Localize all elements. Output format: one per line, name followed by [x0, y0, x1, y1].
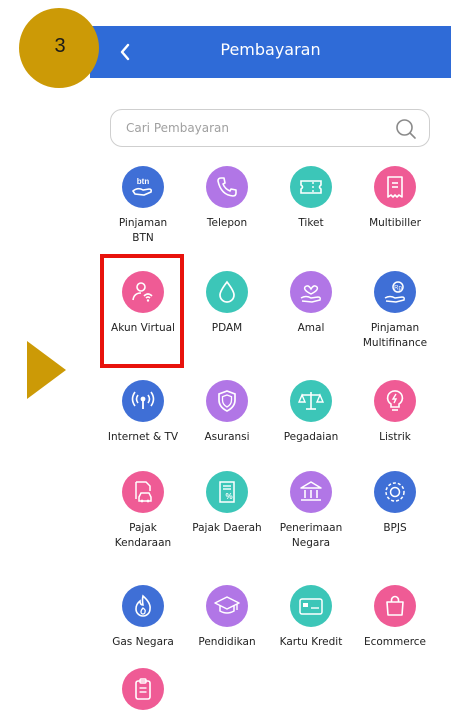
service-item-kartu-kredit[interactable]: Kartu Kredit	[269, 585, 353, 650]
service-label: Ecommerce	[363, 636, 427, 648]
service-item-tiket[interactable]: Tiket	[269, 166, 353, 231]
graduation-cap-icon	[206, 585, 248, 627]
highlight-box	[100, 254, 184, 368]
ticket-icon	[290, 166, 332, 208]
service-label: Pajak Daerah	[192, 522, 262, 534]
service-label: Multibiller	[369, 217, 421, 229]
percent-doc-icon: %	[206, 471, 248, 513]
btn-hand-icon: btn	[122, 166, 164, 208]
heart-hand-icon	[290, 271, 332, 313]
service-item-item-20[interactable]	[101, 668, 185, 710]
credit-card-icon	[290, 585, 332, 627]
shopping-bag-icon	[374, 585, 416, 627]
broadcast-icon	[122, 380, 164, 422]
scale-icon	[290, 380, 332, 422]
shield-badge-icon	[374, 471, 416, 513]
search-placeholder: Cari Pembayaran	[126, 121, 230, 135]
service-item-penerimaan-negara[interactable]: Penerimaan Negara	[269, 471, 353, 551]
clipboard-icon	[122, 668, 164, 710]
service-item-pegadaian[interactable]: Pegadaian	[269, 380, 353, 445]
service-label: Internet & TV	[107, 431, 179, 443]
phone-icon	[206, 166, 248, 208]
service-label: Telepon	[206, 217, 248, 229]
service-label: BPJS	[383, 522, 407, 534]
service-item-gas-negara[interactable]: Gas Negara	[101, 585, 185, 650]
step-number-badge: 3	[19, 8, 99, 88]
coin-hand-icon: Rp	[374, 271, 416, 313]
service-label: Pendidikan	[198, 636, 256, 648]
water-drop-icon	[206, 271, 248, 313]
search-input[interactable]: Cari Pembayaran	[110, 109, 430, 147]
service-item-multibiller[interactable]: Multibiller	[353, 166, 437, 231]
svg-text:btn: btn	[137, 177, 150, 186]
service-label: Kartu Kredit	[279, 636, 343, 648]
service-item-listrik[interactable]: Listrik	[353, 380, 437, 445]
service-label: Gas Negara	[112, 636, 174, 648]
service-label: Listrik	[379, 431, 411, 443]
service-label: Tiket	[298, 217, 324, 229]
service-item-pinjaman-multifinance[interactable]: Rp Pinjaman Multifinance	[353, 271, 437, 351]
service-item-internet--tv[interactable]: Internet & TV	[101, 380, 185, 445]
service-label: PDAM	[211, 322, 243, 334]
service-item-pinjaman-btn[interactable]: btn Pinjaman BTN	[101, 166, 185, 246]
svg-text:%: %	[225, 492, 232, 501]
service-label: Pajak Kendaraan	[114, 522, 172, 549]
service-label: Pinjaman Multifinance	[362, 322, 428, 349]
search-icon[interactable]	[395, 118, 417, 140]
service-label: Asuransi	[204, 431, 250, 443]
service-label: Amal	[297, 322, 325, 334]
flame-icon	[122, 585, 164, 627]
service-item-pajak-daerah[interactable]: % Pajak Daerah	[185, 471, 269, 536]
service-label: Penerimaan Negara	[279, 522, 343, 549]
step-number: 3	[54, 34, 66, 57]
shield-icon	[206, 380, 248, 422]
service-item-pdam[interactable]: PDAM	[185, 271, 269, 336]
service-item-bpjs[interactable]: BPJS	[353, 471, 437, 536]
service-item-asuransi[interactable]: Asuransi	[185, 380, 269, 445]
page-title: Pembayaran	[220, 40, 321, 59]
receipt-icon	[374, 166, 416, 208]
service-item-ecommerce[interactable]: Ecommerce	[353, 585, 437, 650]
service-label: Pegadaian	[283, 431, 339, 443]
service-item-pendidikan[interactable]: Pendidikan	[185, 585, 269, 650]
service-label: Pinjaman BTN	[118, 217, 168, 244]
app-header: Pembayaran	[90, 26, 451, 78]
pointer-arrow	[27, 341, 66, 399]
service-item-amal[interactable]: Amal	[269, 271, 353, 336]
car-doc-icon	[122, 471, 164, 513]
service-item-telepon[interactable]: Telepon	[185, 166, 269, 231]
svg-text:Rp: Rp	[394, 286, 402, 292]
service-item-pajak-kendaraan[interactable]: Pajak Kendaraan	[101, 471, 185, 551]
government-icon	[290, 471, 332, 513]
lightbulb-icon	[374, 380, 416, 422]
